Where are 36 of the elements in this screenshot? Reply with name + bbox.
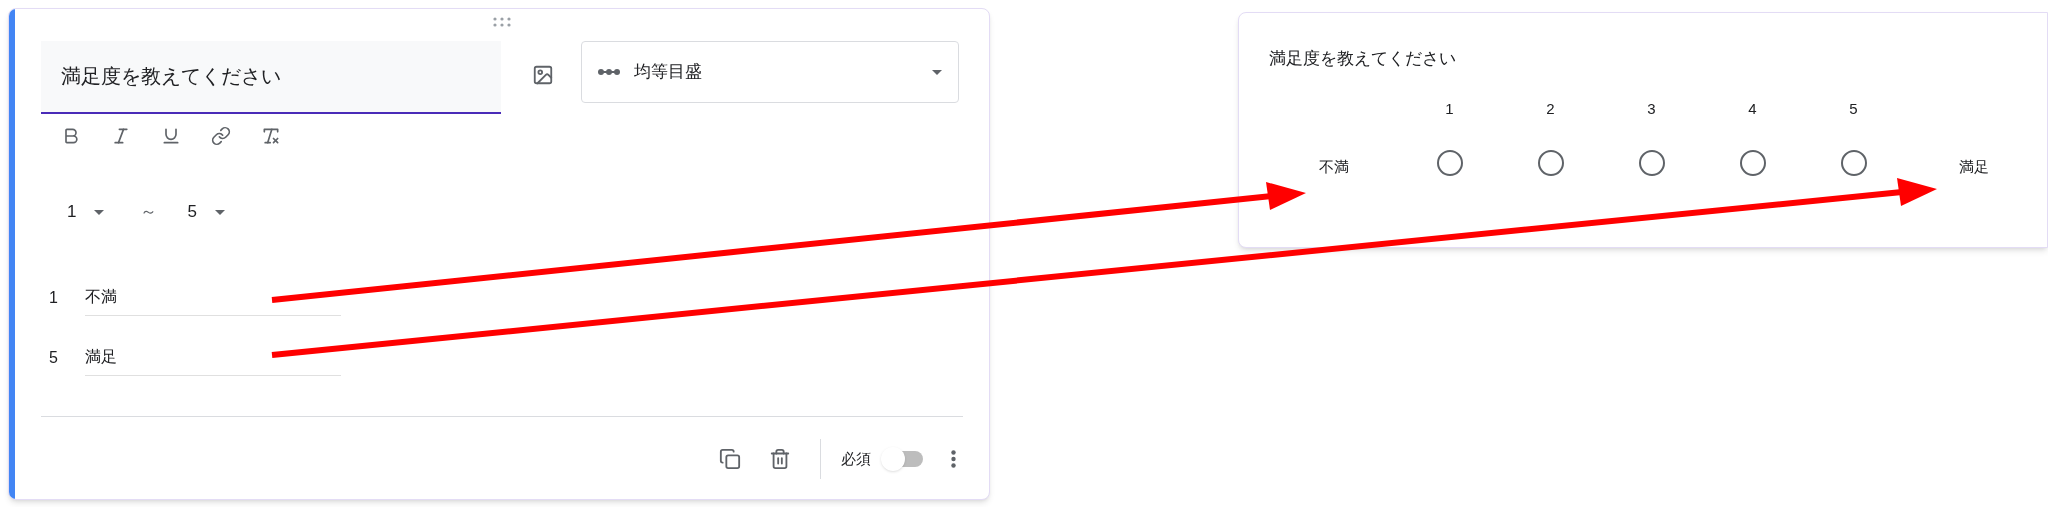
caret-icon [932, 69, 942, 75]
copy-icon [719, 448, 741, 470]
high-label: 満足 [1959, 157, 1989, 177]
image-icon [532, 64, 554, 86]
question-title: 満足度を教えてください [1269, 48, 1457, 70]
radio-button[interactable] [1739, 150, 1766, 177]
drag-handle-icon[interactable] [492, 17, 512, 27]
italic-icon [111, 126, 131, 146]
trash-icon [769, 448, 791, 470]
question-field[interactable]: 満足度を教えてください [41, 41, 501, 114]
clear-formatting-icon [261, 126, 281, 146]
scale-number: 1 [1445, 98, 1454, 119]
label-field[interactable]: 満足 [85, 340, 341, 376]
radio-button[interactable] [1537, 150, 1564, 177]
more-icon [950, 450, 956, 468]
radio-button[interactable] [1436, 150, 1463, 177]
range-start-dropdown[interactable]: 1 [67, 194, 105, 230]
scale-number: 5 [49, 348, 59, 368]
range-separator: ～ [140, 201, 158, 224]
label-field[interactable]: 不満 [85, 280, 341, 316]
range-end-dropdown[interactable]: 5 [187, 194, 225, 230]
caret-icon [94, 209, 105, 215]
link-icon [211, 126, 231, 146]
low-label: 不満 [1319, 157, 1350, 177]
scale-number: 4 [1748, 98, 1757, 119]
scale-number: 2 [1546, 98, 1555, 119]
scale-number: 3 [1647, 98, 1656, 119]
radio-button[interactable] [1840, 150, 1867, 177]
caret-icon [214, 209, 225, 215]
radio-button[interactable] [1638, 150, 1665, 177]
scale-number: 5 [1849, 98, 1858, 119]
question-type-dropdown[interactable]: 均等目盛 [581, 41, 959, 103]
scale-number: 1 [49, 288, 59, 308]
required-label: 必須 [841, 448, 871, 469]
underline-icon [161, 126, 181, 146]
linear-scale-icon [598, 68, 620, 76]
